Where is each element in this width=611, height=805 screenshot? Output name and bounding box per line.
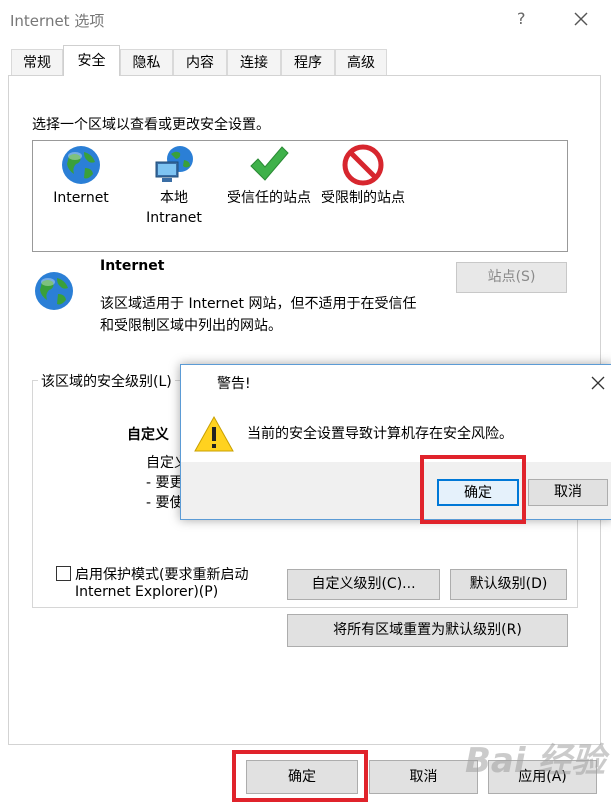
zone-trusted-label: 受信任的站点 [227, 190, 311, 206]
zone-internet[interactable]: Internet [45, 144, 117, 214]
warning-ok-highlight [420, 455, 526, 524]
checkmark-icon [250, 146, 289, 181]
selected-zone-desc-line1: 该区域适用于 Internet 网站，但不适用于在受信任 [100, 296, 417, 312]
tab-general[interactable]: 常规 [11, 49, 63, 75]
protected-mode-checkbox[interactable] [56, 566, 71, 581]
watermark: Bai 经验 [465, 741, 606, 781]
protected-mode-label-line2: Internet Explorer)(P) [75, 584, 219, 600]
default-level-button[interactable]: 默认级别(D) [450, 569, 567, 600]
security-level-desc-line2: - 要更 [146, 475, 184, 491]
window-title: Internet 选项 [10, 12, 105, 30]
close-icon[interactable] [568, 6, 594, 32]
zone-restricted-label: 受限制的站点 [321, 190, 405, 206]
tab-content[interactable]: 内容 [173, 49, 227, 75]
sites-button[interactable]: 站点(S) [456, 262, 567, 293]
help-button[interactable]: ? [517, 9, 526, 28]
title-bar: Internet 选项 ? [0, 0, 611, 40]
zone-trusted-sites[interactable]: 受信任的站点 [222, 144, 316, 214]
ok-button-highlight [232, 750, 368, 802]
warning-dialog-footer: 确定 取消 [181, 462, 611, 519]
security-level-name: 自定义 [127, 427, 169, 443]
zone-internet-label: Internet [53, 190, 109, 206]
zone-local-label-line2: Intranet [146, 210, 202, 226]
cancel-button[interactable]: 取消 [369, 760, 478, 794]
zone-local-intranet[interactable]: 本地 Intranet [138, 144, 210, 230]
security-level-desc-line3: - 要使 [146, 495, 184, 511]
tab-privacy[interactable]: 隐私 [120, 49, 173, 75]
zone-local-label-line1: 本地 [160, 190, 188, 206]
restricted-icon [342, 144, 384, 186]
tab-security[interactable]: 安全 [63, 45, 120, 76]
security-level-legend: 该区域的安全级别(L) [38, 371, 175, 391]
tab-advanced[interactable]: 高级 [335, 49, 387, 75]
tab-programs[interactable]: 程序 [281, 49, 335, 75]
warning-cancel-button[interactable]: 取消 [528, 479, 608, 506]
zone-restricted-sites[interactable]: 受限制的站点 [316, 144, 410, 214]
close-icon[interactable] [589, 374, 607, 392]
warning-icon [194, 415, 234, 452]
tab-connections[interactable]: 连接 [227, 49, 281, 75]
reset-all-zones-button[interactable]: 将所有区域重置为默认级别(R) [287, 614, 568, 647]
local-intranet-icon [155, 146, 193, 182]
warning-message: 当前的安全设置导致计算机存在安全风险。 [247, 426, 513, 442]
zone-instruction: 选择一个区域以查看或更改安全设置。 [32, 117, 270, 133]
selected-zone-title: Internet [100, 258, 165, 274]
warning-dialog-title: 警告! [217, 376, 251, 392]
custom-level-button[interactable]: 自定义级别(C)... [287, 569, 440, 600]
globe-icon [62, 146, 100, 184]
warning-dialog: 警告! 当前的安全设置导致计算机存在安全风险。 确定 取消 [180, 364, 611, 520]
protected-mode-label-line1: 启用保护模式(要求重新启动 [75, 567, 249, 583]
globe-icon [35, 272, 73, 310]
selected-zone-desc-line2: 和受限制区域中列出的网站。 [100, 318, 282, 334]
